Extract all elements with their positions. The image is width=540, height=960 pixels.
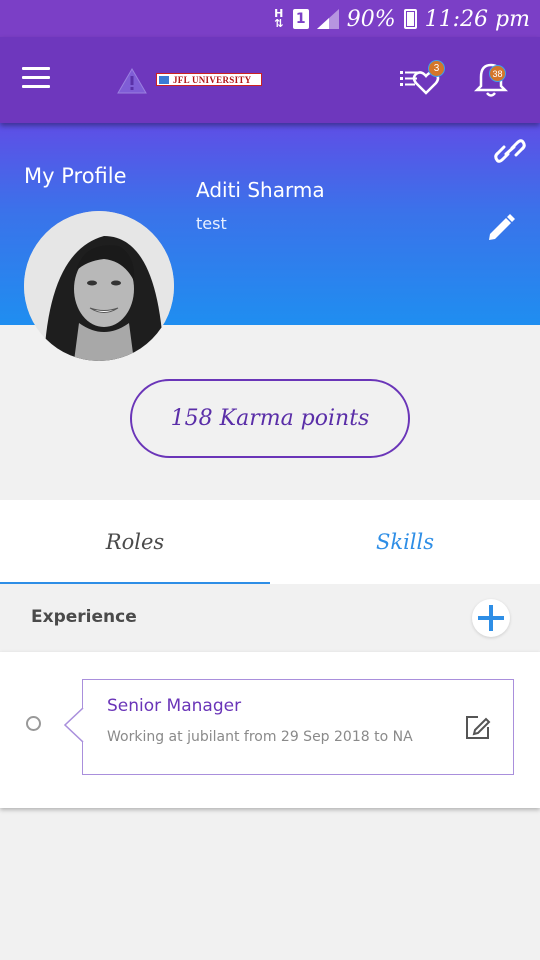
pencil-icon[interactable] bbox=[487, 214, 515, 242]
warning-icon[interactable] bbox=[117, 68, 147, 94]
clock: 11:26 pm bbox=[424, 6, 530, 32]
experience-pointer bbox=[64, 708, 84, 742]
hamburger-menu-icon[interactable] bbox=[22, 67, 50, 89]
tab-roles[interactable]: Roles bbox=[0, 500, 270, 584]
page-title: My Profile bbox=[24, 164, 127, 188]
university-logo: JFL UNIVERSITY bbox=[156, 73, 262, 86]
sim-icon: 1 bbox=[292, 9, 309, 29]
network-type-label: H bbox=[274, 7, 284, 20]
network-type-icon: H ⇅ bbox=[274, 7, 284, 30]
timeline-dot bbox=[26, 716, 41, 731]
experience-item[interactable] bbox=[82, 679, 514, 775]
notifications-badge: 38 bbox=[489, 65, 506, 82]
signal-icon bbox=[316, 9, 339, 29]
experience-description: Working at jubilant from 29 Sep 2018 to … bbox=[107, 729, 413, 745]
status-bar: H ⇅ 1 90% 11:26 pm bbox=[0, 0, 540, 37]
user-subtitle: test bbox=[196, 214, 227, 233]
app-bar: JFL UNIVERSITY 3 38 bbox=[0, 37, 540, 123]
status-icons: H ⇅ 1 90% 11:26 pm bbox=[273, 4, 530, 34]
link-icon[interactable] bbox=[494, 136, 526, 166]
add-experience-button[interactable] bbox=[472, 599, 510, 637]
tab-bar: Roles Skills bbox=[0, 500, 540, 584]
experience-title: Senior Manager bbox=[107, 696, 242, 716]
plus-icon bbox=[478, 605, 504, 631]
edit-square-icon[interactable] bbox=[464, 713, 492, 741]
logo-text: JFL UNIVERSITY bbox=[173, 74, 252, 85]
avatar[interactable] bbox=[24, 211, 174, 361]
sim-label: 1 bbox=[295, 11, 306, 27]
tab-skills[interactable]: Skills bbox=[270, 500, 540, 584]
battery-icon bbox=[403, 9, 417, 29]
user-name: Aditi Sharma bbox=[196, 178, 325, 202]
battery-percent: 90% bbox=[346, 6, 396, 32]
wishlist-badge: 3 bbox=[428, 60, 445, 77]
experience-heading: Experience bbox=[31, 607, 137, 627]
karma-points-button[interactable]: 158 Karma points bbox=[130, 379, 410, 458]
